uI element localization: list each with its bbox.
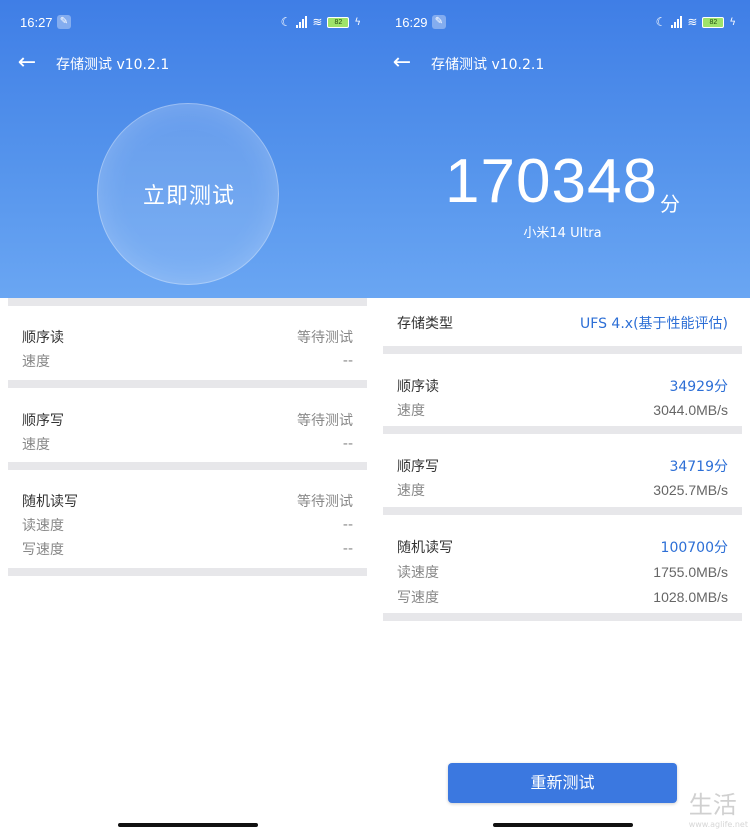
moon-icon: ☾	[655, 15, 667, 29]
separator	[383, 507, 742, 515]
app-bar: ← 存储测试 v10.2.1	[375, 46, 750, 82]
app-title: 存储测试 v10.2.1	[431, 57, 545, 73]
row-label: 写速度	[22, 542, 64, 558]
row-value: --	[342, 517, 353, 533]
status-icons: ☾ ≋ 82 ϟ	[656, 14, 736, 30]
section-score: 100700分	[660, 540, 728, 556]
section-title: 顺序写	[22, 413, 64, 429]
separator	[8, 462, 367, 470]
row-value: 3025.7MB/s	[653, 482, 728, 498]
section-title: 顺序写	[397, 459, 439, 475]
moon-icon: ☾	[280, 15, 292, 29]
separator	[8, 380, 367, 388]
section-random-rw: 随机读写 等待测试 读速度 -- 写速度 --	[8, 470, 367, 568]
start-test-button[interactable]: 立即测试	[97, 103, 279, 285]
wifi-icon: ≋	[312, 15, 323, 29]
app-bar: ← 存储测试 v10.2.1	[0, 46, 375, 82]
separator	[8, 568, 367, 576]
score-unit: 分	[659, 192, 680, 216]
row-label: 读速度	[22, 518, 64, 534]
battery-icon: 82	[327, 16, 350, 28]
charging-icon: ϟ	[729, 16, 736, 28]
row-value: --	[342, 353, 353, 369]
row-label: 速度	[22, 354, 50, 370]
section-seq-read: 顺序读 34929分 速度 3044.0MB/s	[383, 354, 742, 426]
wrench-icon: ✎	[432, 15, 446, 29]
charging-icon: ϟ	[354, 16, 361, 28]
left-screen: 16:27 ✎ ☾ ≋ 82 ϟ ← 存储测试 v10.2.1 立即测试 顺序读…	[0, 0, 375, 833]
signal-icon	[671, 16, 683, 28]
separator	[383, 613, 742, 621]
total-score: 170348 分	[375, 146, 750, 217]
right-screen: 16:29 ✎ ☾ ≋ 82 ϟ ← 存储测试 v10.2.1 170348 分 …	[375, 0, 750, 833]
app-title: 存储测试 v10.2.1	[56, 57, 170, 73]
row-label: 速度	[397, 403, 425, 419]
section-status: 等待测试	[297, 330, 353, 346]
result-list: 顺序读 等待测试 速度 -- 顺序写 等待测试 速度 -- 随机读写 等待测试 …	[0, 298, 375, 576]
storage-type-value: UFS 4.x(基于性能评估)	[580, 316, 728, 332]
header-banner: 16:27 ✎ ☾ ≋ 82 ϟ ← 存储测试 v10.2.1 立即测试	[0, 0, 375, 298]
back-arrow-icon[interactable]: ←	[14, 50, 40, 76]
section-score: 34929分	[669, 379, 728, 395]
status-bar: 16:29 ✎ ☾ ≋ 82 ϟ	[375, 0, 750, 46]
status-time: 16:27	[20, 15, 53, 30]
retest-button[interactable]: 重新测试	[448, 763, 677, 803]
status-icons: ☾ ≋ 82 ϟ	[281, 14, 361, 30]
screenshot-pair: 16:27 ✎ ☾ ≋ 82 ϟ ← 存储测试 v10.2.1 立即测试 顺序读…	[0, 0, 750, 833]
storage-type-row: 存储类型 UFS 4.x(基于性能评估)	[383, 298, 742, 346]
section-status: 等待测试	[297, 494, 353, 510]
row-value: 3044.0MB/s	[653, 402, 728, 418]
section-seq-read: 顺序读 等待测试 速度 --	[8, 306, 367, 380]
signal-icon	[296, 16, 308, 28]
watermark-logo: 生活 www.aglife.net	[689, 785, 748, 829]
result-list: 存储类型 UFS 4.x(基于性能评估) 顺序读 34929分 速度 3044.…	[375, 298, 750, 621]
storage-type-label: 存储类型	[397, 316, 453, 332]
row-value: --	[342, 541, 353, 557]
score-value: 170348	[445, 147, 658, 216]
row-label: 读速度	[397, 565, 439, 581]
section-status: 等待测试	[297, 413, 353, 429]
section-title: 随机读写	[397, 540, 453, 556]
device-name: 小米14 Ultra	[523, 226, 602, 241]
watermark-text: 生活	[688, 791, 737, 819]
section-seq-write: 顺序写 等待测试 速度 --	[8, 388, 367, 462]
back-arrow-icon[interactable]: ←	[389, 50, 415, 76]
wrench-icon: ✎	[57, 15, 71, 29]
wifi-icon: ≋	[687, 15, 698, 29]
battery-icon: 82	[702, 16, 725, 28]
separator	[383, 346, 742, 354]
row-value: --	[342, 436, 353, 452]
row-label: 速度	[397, 483, 425, 499]
section-random-rw: 随机读写 100700分 读速度 1755.0MB/s 写速度 1028.0MB…	[383, 515, 742, 613]
separator	[8, 298, 367, 306]
status-time: 16:29	[395, 15, 428, 30]
section-seq-write: 顺序写 34719分 速度 3025.7MB/s	[383, 434, 742, 507]
section-title: 随机读写	[22, 494, 78, 510]
home-indicator[interactable]	[117, 823, 258, 827]
status-bar: 16:27 ✎ ☾ ≋ 82 ϟ	[0, 0, 375, 46]
section-title: 顺序读	[397, 379, 439, 395]
section-score: 34719分	[669, 459, 728, 475]
start-test-label: 立即测试	[142, 184, 235, 209]
section-title: 顺序读	[22, 330, 64, 346]
row-value: 1755.0MB/s	[653, 564, 728, 580]
watermark-url: www.aglife.net	[688, 820, 748, 829]
row-label: 写速度	[397, 590, 439, 606]
separator	[383, 426, 742, 434]
header-banner: 16:29 ✎ ☾ ≋ 82 ϟ ← 存储测试 v10.2.1 170348 分 …	[375, 0, 750, 298]
row-label: 速度	[22, 437, 50, 453]
row-value: 1028.0MB/s	[653, 589, 728, 605]
home-indicator[interactable]	[492, 823, 633, 827]
